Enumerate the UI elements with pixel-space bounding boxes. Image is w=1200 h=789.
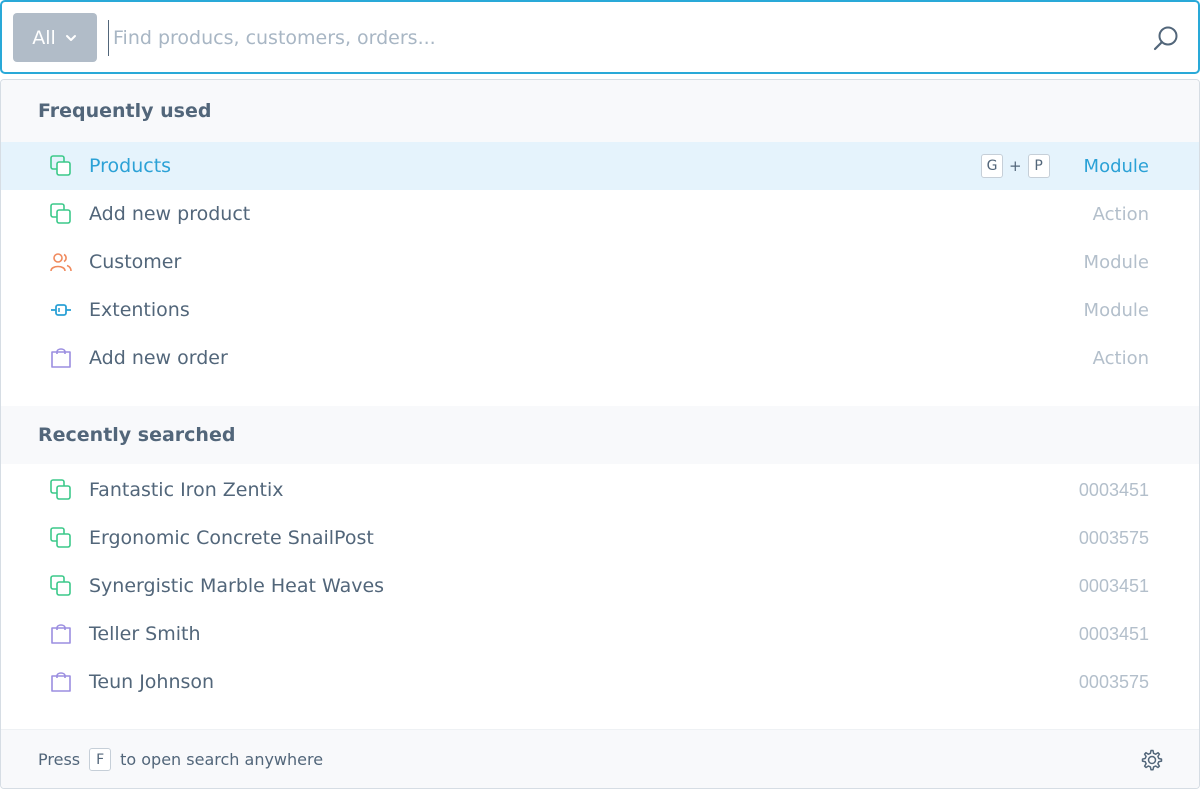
keyboard-shortcut: G + P (981, 154, 1050, 178)
item-code: 0003575 (1078, 671, 1149, 692)
item-label: Synergistic Marble Heat Waves (89, 575, 385, 597)
item-code: 0003451 (1078, 479, 1149, 500)
footer-hint-text: to open search anywhere (120, 750, 324, 769)
users-icon (50, 253, 72, 272)
list-item-add-new-product[interactable]: Add new product Action (1, 190, 1199, 238)
gear-icon[interactable] (1139, 747, 1165, 773)
item-code: 0003575 (1078, 527, 1149, 548)
recent-item[interactable]: Teun Johnson 0003575 (1, 658, 1199, 706)
shortcut-key: F (89, 748, 112, 771)
item-label: Teller Smith (89, 623, 201, 645)
shortcut-key: G (981, 154, 1003, 178)
frequent-section-title: Frequently used (1, 80, 1199, 142)
item-type: Module (1083, 251, 1149, 273)
item-label: Add new order (89, 347, 228, 369)
scope-label: All (32, 26, 56, 49)
list-item-products[interactable]: Products G + P Module (1, 142, 1199, 190)
item-code: 0003451 (1078, 575, 1149, 596)
list-item-customer[interactable]: Customer Module (1, 238, 1199, 286)
item-label: Fantastic Iron Zentix (89, 479, 284, 501)
products-icon (50, 155, 71, 176)
shortcut-key: P (1027, 154, 1050, 178)
search-bar: All (0, 0, 1200, 74)
list-item-extentions[interactable]: Extentions Module (1, 286, 1199, 334)
bag-icon (51, 624, 71, 644)
recent-section-title: Recently searched (1, 406, 1199, 464)
chevron-down-icon (65, 34, 76, 41)
products-icon (50, 203, 71, 224)
item-type: Module (1083, 155, 1149, 177)
item-label: Extentions (89, 299, 190, 321)
item-label: Ergonomic Concrete SnailPost (89, 527, 374, 549)
bag-icon (51, 348, 71, 368)
products-icon (50, 575, 71, 596)
search-input[interactable] (108, 20, 1128, 56)
item-type: Action (1092, 203, 1149, 225)
item-code: 0003451 (1078, 623, 1149, 644)
item-label: Add new product (89, 203, 251, 225)
search-results-panel: Frequently used Products G + P Module Ad… (0, 79, 1200, 789)
item-label: Products (89, 155, 172, 177)
products-icon (50, 479, 71, 500)
item-label: Customer (89, 251, 182, 273)
bag-icon (51, 672, 71, 692)
item-type: Module (1083, 299, 1149, 321)
recent-item[interactable]: Synergistic Marble Heat Waves 0003451 (1, 562, 1199, 610)
item-label: Teun Johnson (89, 671, 215, 693)
footer-press-text: Press (38, 750, 81, 769)
list-item-add-new-order[interactable]: Add new order Action (1, 334, 1199, 382)
recent-item[interactable]: Fantastic Iron Zentix 0003451 (1, 466, 1199, 514)
shortcut-plus: + (1009, 157, 1022, 175)
recent-item[interactable]: Teller Smith 0003451 (1, 610, 1199, 658)
products-icon (50, 527, 71, 548)
search-icon[interactable] (1152, 25, 1180, 53)
recent-item[interactable]: Ergonomic Concrete SnailPost 0003575 (1, 514, 1199, 562)
scope-dropdown-button[interactable]: All (13, 13, 97, 62)
search-footer: Press F to open search anywhere (1, 729, 1199, 788)
item-type: Action (1092, 347, 1149, 369)
plug-icon (51, 304, 71, 316)
